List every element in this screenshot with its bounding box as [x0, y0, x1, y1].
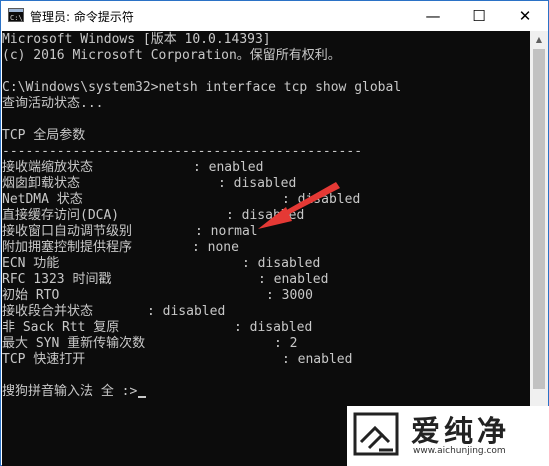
- watermark-logo: 爱纯净 www.aichunjing.com: [347, 406, 549, 466]
- minimize-button[interactable]: —: [410, 1, 456, 30]
- ime-status-text: 搜狗拼音输入法 全 :>: [2, 384, 138, 399]
- console-line: ----------------------------------------…: [2, 144, 363, 159]
- maximize-button[interactable]: ☐: [456, 1, 502, 30]
- console-line: C:\Windows\system32>netsh interface tcp …: [2, 80, 402, 95]
- console-line: (c) 2016 Microsoft Corporation。保留所有权利。: [2, 48, 341, 63]
- vertical-scrollbar[interactable]: ▲ ▼: [530, 31, 548, 466]
- param-label: 接收段合并状态: [2, 304, 94, 319]
- text-cursor: [138, 396, 147, 398]
- param-value: : enabled: [282, 352, 353, 367]
- ime-status-line: 搜狗拼音输入法 全 :>: [2, 384, 401, 400]
- param-row: 直接缓存访问(DCA) : disabled: [2, 208, 401, 224]
- console-line: TCP 全局参数: [2, 128, 86, 143]
- param-value: : none: [192, 240, 239, 255]
- close-button[interactable]: ✕: [502, 1, 548, 30]
- watermark-emblem-icon: [353, 412, 399, 456]
- param-row: ECN 功能 : disabled: [2, 256, 401, 272]
- param-row: TCP 快速打开 : enabled: [2, 352, 401, 368]
- param-row: 初始 RTO : 3000: [2, 288, 401, 304]
- cmd-console-icon[interactable]: C:\: [8, 8, 24, 22]
- param-value: : disabled: [282, 192, 361, 207]
- param-label: 烟囱卸载状态: [2, 176, 81, 191]
- watermark-url: www.aichunjing.com: [413, 446, 506, 456]
- param-value: : normal: [195, 224, 258, 239]
- param-value: : enabled: [193, 160, 264, 175]
- watermark-text: 爱纯净: [411, 414, 511, 448]
- param-value: : disabled: [242, 256, 321, 271]
- param-label: RFC 1323 时间戳: [2, 272, 112, 287]
- param-row: RFC 1323 时间戳 : enabled: [2, 272, 401, 288]
- cmd-window: C:\ 管理员: 命令提示符 — ☐ ✕ Microsoft Windows […: [0, 0, 549, 466]
- param-label: ECN 功能: [2, 256, 60, 271]
- param-value: : 2: [274, 336, 298, 351]
- param-value: : disabled: [226, 208, 305, 223]
- param-row: 接收端缩放状态 : enabled: [2, 160, 401, 176]
- param-value: : enabled: [258, 272, 329, 287]
- param-row: 烟囱卸载状态 : disabled: [2, 176, 401, 192]
- param-value: : disabled: [234, 320, 313, 335]
- param-label: 非 Sack Rtt 复原: [2, 320, 120, 335]
- param-row: 非 Sack Rtt 复原 : disabled: [2, 320, 401, 336]
- param-label: TCP 快速打开: [2, 352, 86, 367]
- param-row: 附加拥塞控制提供程序 : none: [2, 240, 401, 256]
- param-row: 接收段合并状态 : disabled: [2, 304, 401, 320]
- param-label: 初始 RTO: [2, 288, 60, 303]
- console-line: 查询活动状态...: [2, 96, 104, 111]
- window-title: 管理员: 命令提示符: [30, 10, 134, 24]
- param-label: 附加拥塞控制提供程序: [2, 240, 133, 255]
- console-line: Microsoft Windows [版本 10.0.14393]: [2, 32, 271, 47]
- title-bar[interactable]: C:\ 管理员: 命令提示符 — ☐ ✕: [1, 1, 548, 31]
- scroll-up-icon[interactable]: ▲: [530, 31, 548, 48]
- param-label: 最大 SYN 重新传输次数: [2, 336, 146, 351]
- console-output[interactable]: Microsoft Windows [版本 10.0.14393] (c) 201…: [2, 31, 530, 466]
- param-label: 接收窗口自动调节级别: [2, 224, 133, 239]
- param-row: NetDMA 状态 : disabled: [2, 192, 401, 208]
- param-label: NetDMA 状态: [2, 192, 83, 207]
- param-row: 接收窗口自动调节级别 : normal: [2, 224, 401, 240]
- console-lines: Microsoft Windows [版本 10.0.14393] (c) 201…: [2, 32, 401, 400]
- scrollbar-thumb[interactable]: [533, 49, 545, 389]
- param-label: 接收端缩放状态: [2, 160, 94, 175]
- param-label: 直接缓存访问(DCA): [2, 208, 120, 223]
- param-value: : disabled: [218, 176, 297, 191]
- param-row: 最大 SYN 重新传输次数 : 2: [2, 336, 401, 352]
- param-value: : 3000: [266, 288, 313, 303]
- param-value: : disabled: [147, 304, 226, 319]
